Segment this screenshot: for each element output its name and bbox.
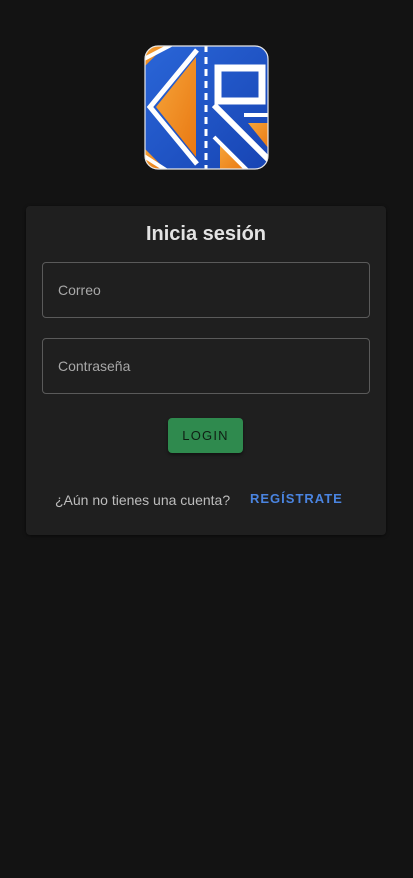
login-button[interactable]: LOGIN bbox=[168, 418, 243, 453]
password-field[interactable] bbox=[42, 338, 370, 394]
login-title: Inicia sesión bbox=[145, 223, 267, 245]
password-input[interactable] bbox=[43, 339, 369, 393]
signup-row: ¿Aún no tienes una cuenta? REGÍSTRATE bbox=[26, 490, 386, 510]
login-card: Inicia sesión LOGIN ¿Aún no tienes una c… bbox=[26, 206, 386, 535]
login-page: Inicia sesión LOGIN ¿Aún no tienes una c… bbox=[0, 0, 413, 878]
signup-link[interactable]: REGÍSTRATE bbox=[250, 491, 343, 507]
app-logo-icon bbox=[144, 45, 269, 170]
no-account-text: ¿Aún no tienes una cuenta? bbox=[55, 492, 231, 508]
email-field[interactable] bbox=[42, 262, 370, 318]
email-input[interactable] bbox=[43, 263, 369, 317]
